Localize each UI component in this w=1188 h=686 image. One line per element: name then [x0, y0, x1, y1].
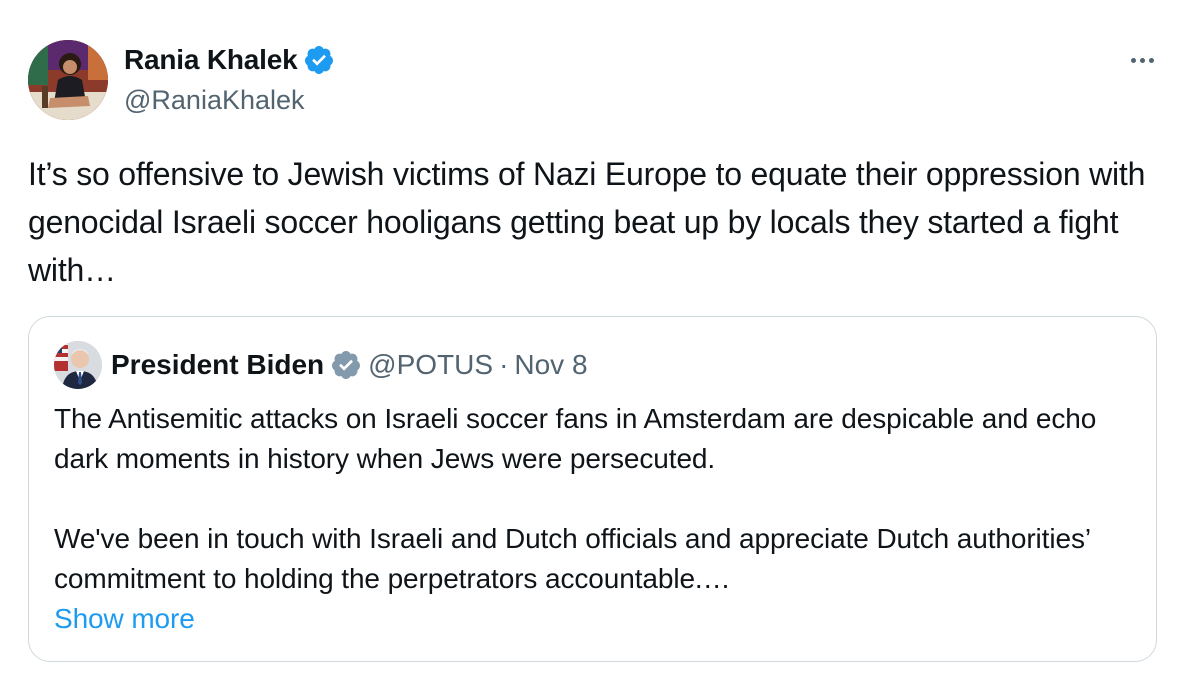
quoted-header: President Biden @POTUS · Nov 8	[111, 349, 588, 381]
more-options-icon[interactable]	[1124, 48, 1160, 72]
dot	[1130, 57, 1136, 63]
quoted-date[interactable]: Nov 8	[514, 349, 587, 381]
dot	[1139, 57, 1145, 63]
quoted-avatar-image	[54, 341, 102, 389]
quoted-paragraph: We've been in touch with Israeli and Dut…	[54, 523, 1090, 594]
verified-badge-icon[interactable]	[303, 44, 335, 76]
show-more-link[interactable]: Show more	[54, 599, 1134, 639]
quoted-paragraph: The Antisemitic attacks on Israeli socce…	[54, 403, 1097, 474]
dot	[1148, 57, 1154, 63]
quoted-author-name[interactable]: President Biden	[111, 349, 324, 381]
author-handle[interactable]: @RaniaKhalek	[124, 85, 305, 116]
quoted-tweet-card[interactable]: President Biden @POTUS · Nov 8 The Antis…	[28, 316, 1157, 662]
government-badge-icon[interactable]	[330, 349, 362, 381]
quoted-tweet-text: The Antisemitic attacks on Israeli socce…	[54, 399, 1134, 639]
quoted-author-avatar[interactable]	[54, 341, 102, 389]
separator-dot: ·	[499, 349, 509, 380]
author-name-row[interactable]: Rania Khalek	[124, 44, 335, 76]
author-avatar-image	[28, 40, 108, 120]
author-avatar[interactable]	[28, 40, 108, 120]
quoted-author-handle[interactable]: @POTUS	[368, 349, 493, 381]
tweet-text: It’s so offensive to Jewish victims of N…	[28, 156, 1146, 288]
author-name[interactable]: Rania Khalek	[124, 44, 298, 76]
